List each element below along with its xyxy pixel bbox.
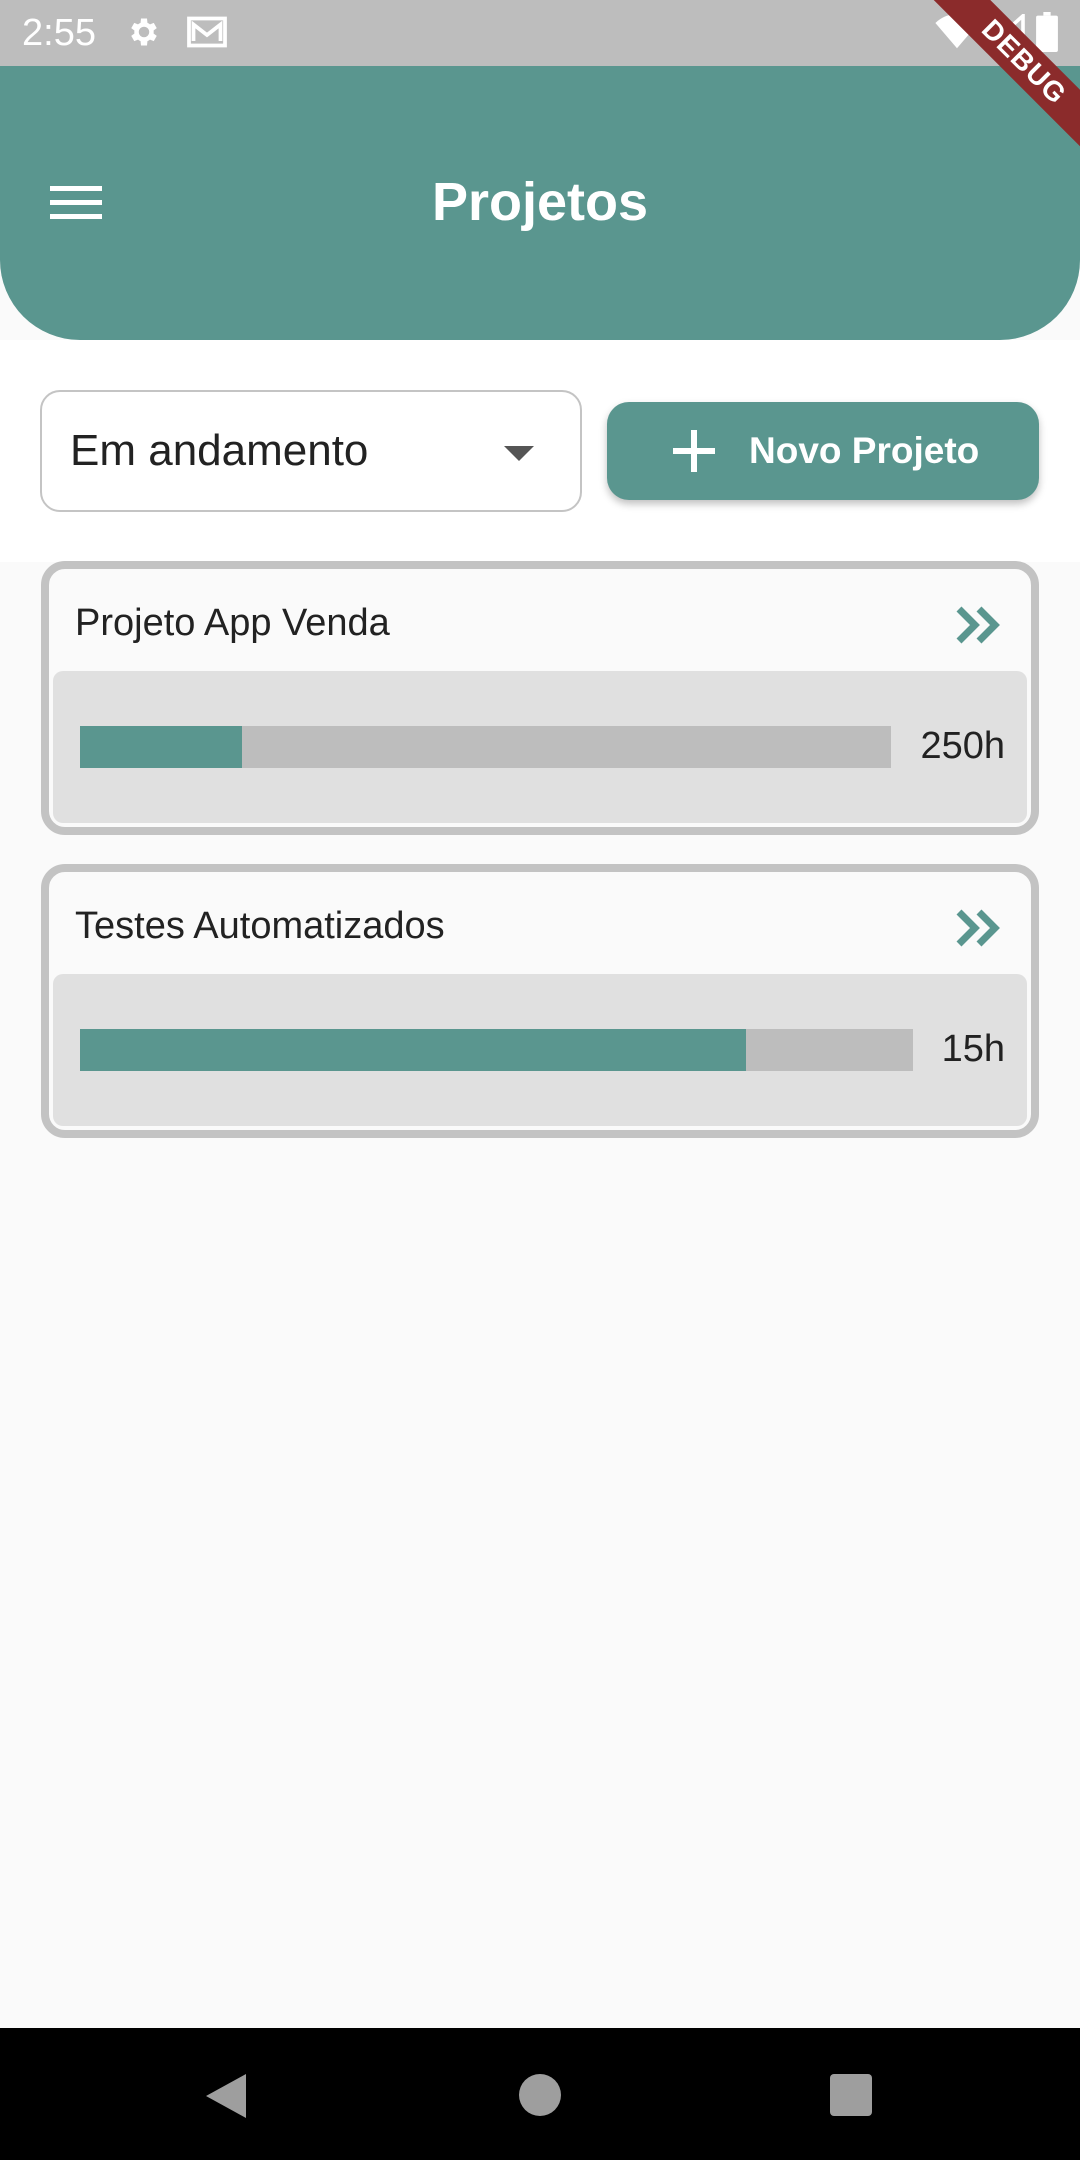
project-hours: 15h	[941, 1028, 1005, 1070]
nav-home-icon[interactable]	[519, 2074, 561, 2116]
status-dropdown[interactable]: Em andamento	[40, 390, 582, 512]
progress-fill	[80, 726, 243, 768]
mail-icon	[186, 14, 228, 55]
progress-track	[80, 726, 891, 768]
progress-fill	[80, 1029, 747, 1071]
project-progress-area: 250h	[53, 671, 1027, 823]
filter-row: Em andamento Novo Projeto	[0, 340, 1080, 562]
project-progress-area: 15h	[53, 974, 1027, 1126]
project-card[interactable]: Projeto App Venda 250h	[41, 561, 1039, 835]
plus-icon	[673, 430, 715, 477]
double-chevron-right-icon[interactable]	[955, 908, 1001, 953]
status-dropdown-value: Em andamento	[70, 426, 369, 475]
double-chevron-right-icon[interactable]	[955, 605, 1001, 650]
dropdown-arrow-icon	[504, 446, 534, 461]
debug-banner: DEBUG	[910, 0, 1080, 170]
new-project-label: Novo Projeto	[749, 430, 980, 471]
project-name: Testes Automatizados	[75, 905, 445, 947]
debug-banner-label: DEBUG	[917, 0, 1080, 169]
page-title: Projetos	[431, 172, 649, 232]
status-time: 2:55	[22, 12, 96, 54]
progress-track	[80, 1029, 913, 1071]
nav-recents-icon[interactable]	[830, 2074, 872, 2116]
system-nav-bar	[0, 2028, 1080, 2160]
gear-icon	[126, 14, 162, 55]
nav-back-icon[interactable]	[204, 2072, 248, 2125]
project-name: Projeto App Venda	[75, 602, 390, 644]
project-card[interactable]: Testes Automatizados 15h	[41, 864, 1039, 1138]
project-hours: 250h	[920, 725, 1005, 767]
new-project-button[interactable]: Novo Projeto	[607, 402, 1039, 500]
